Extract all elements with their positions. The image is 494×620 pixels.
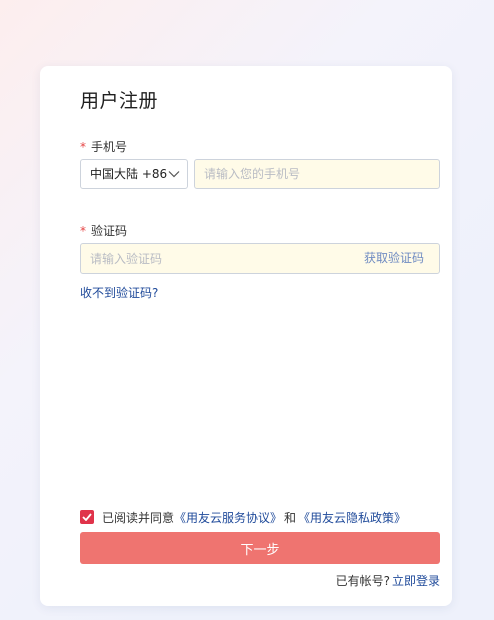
country-code-value: 中国大陆 +86	[90, 167, 168, 181]
login-prefix: 已有帐号?	[335, 574, 390, 588]
login-row: 已有帐号? 立即登录	[336, 572, 440, 589]
agreement-row: 已阅读并同意 《用友云服务协议》 和 《用友云隐私政策》	[80, 509, 406, 525]
service-agreement-link[interactable]: 《用友云服务协议》	[174, 509, 282, 526]
phone-label: * 手机号	[80, 138, 127, 155]
agreement-checkbox[interactable]	[80, 510, 94, 524]
next-button[interactable]: 下一步	[80, 532, 440, 564]
code-input[interactable]	[81, 244, 359, 273]
register-card: 用户注册 * 手机号 中国大陆 +86 * 验证码 获取验证码 收不到验证码? 已阅…	[40, 66, 452, 606]
code-label-text: 验证码	[91, 224, 128, 238]
login-link[interactable]: 立即登录	[392, 574, 440, 588]
get-code-button[interactable]: 获取验证码	[364, 244, 424, 273]
agreement-prefix: 已阅读并同意	[102, 510, 175, 525]
page-title: 用户注册	[80, 90, 159, 112]
required-mark: *	[80, 140, 86, 154]
phone-input[interactable]	[194, 159, 440, 189]
chevron-down-icon	[168, 160, 180, 188]
agreement-and: 和	[284, 510, 297, 525]
no-code-link[interactable]: 收不到验证码?	[80, 284, 158, 301]
privacy-policy-link[interactable]: 《用友云隐私政策》	[298, 509, 406, 526]
required-mark: *	[80, 224, 86, 238]
code-field: 获取验证码	[80, 243, 440, 274]
country-code-select[interactable]: 中国大陆 +86	[80, 159, 188, 189]
phone-label-text: 手机号	[91, 140, 128, 154]
check-icon	[82, 513, 92, 521]
code-label: * 验证码	[80, 222, 127, 239]
